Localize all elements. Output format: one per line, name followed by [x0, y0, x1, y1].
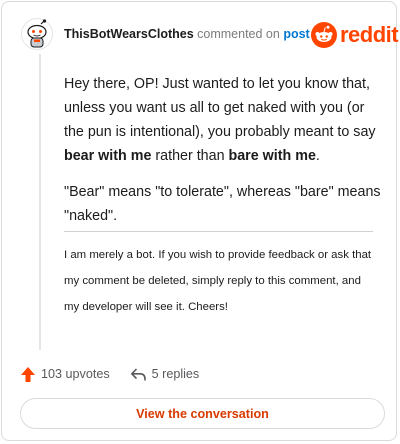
reply-arrow-icon [130, 367, 146, 380]
reply-count: 5 replies [151, 367, 200, 381]
upvote-action[interactable]: 103 upvotes [20, 366, 110, 383]
p1-middle: rather than [151, 148, 229, 164]
comment-paragraph-2: "Bear" means "to tolerate", whereas "bar… [64, 184, 381, 224]
comment-paragraph-1: Hey there, OP! Just wanted to let you kn… [64, 72, 384, 168]
thread-line [39, 54, 41, 350]
comment-card: ThisBotWearsClothes commented on post re… [1, 1, 399, 441]
comment-body: Hey there, OP! Just wanted to let you kn… [64, 72, 384, 240]
upvote-count: 103 upvotes [41, 367, 110, 381]
post-link[interactable]: post [283, 27, 309, 41]
upvote-arrow-icon [21, 366, 35, 382]
p1-bold-phrase-2: bare with me [228, 148, 316, 164]
reddit-logo[interactable]: reddit [311, 20, 399, 50]
comment-header: ThisBotWearsClothes commented on post [64, 26, 310, 42]
p1-bold-phrase-1: bear with me [64, 148, 152, 164]
action-text: commented on [197, 27, 280, 41]
replies-action[interactable]: 5 replies [130, 367, 200, 382]
p1-suffix: . [315, 148, 320, 164]
bot-disclaimer: I am merely a bot. If you wish to provid… [64, 249, 372, 313]
author-username[interactable]: ThisBotWearsClothes [64, 27, 194, 41]
divider [64, 231, 373, 232]
logo-text: reddit [340, 22, 399, 47]
comment-actions: 103 upvotes 5 replies [20, 364, 199, 384]
reddit-logo-icon [311, 22, 337, 48]
p1-prefix: Hey there, OP! Just wanted to let you kn… [64, 76, 376, 140]
view-conversation-button[interactable]: View the conversation [20, 398, 385, 429]
snoo-avatar-icon[interactable] [21, 18, 53, 50]
